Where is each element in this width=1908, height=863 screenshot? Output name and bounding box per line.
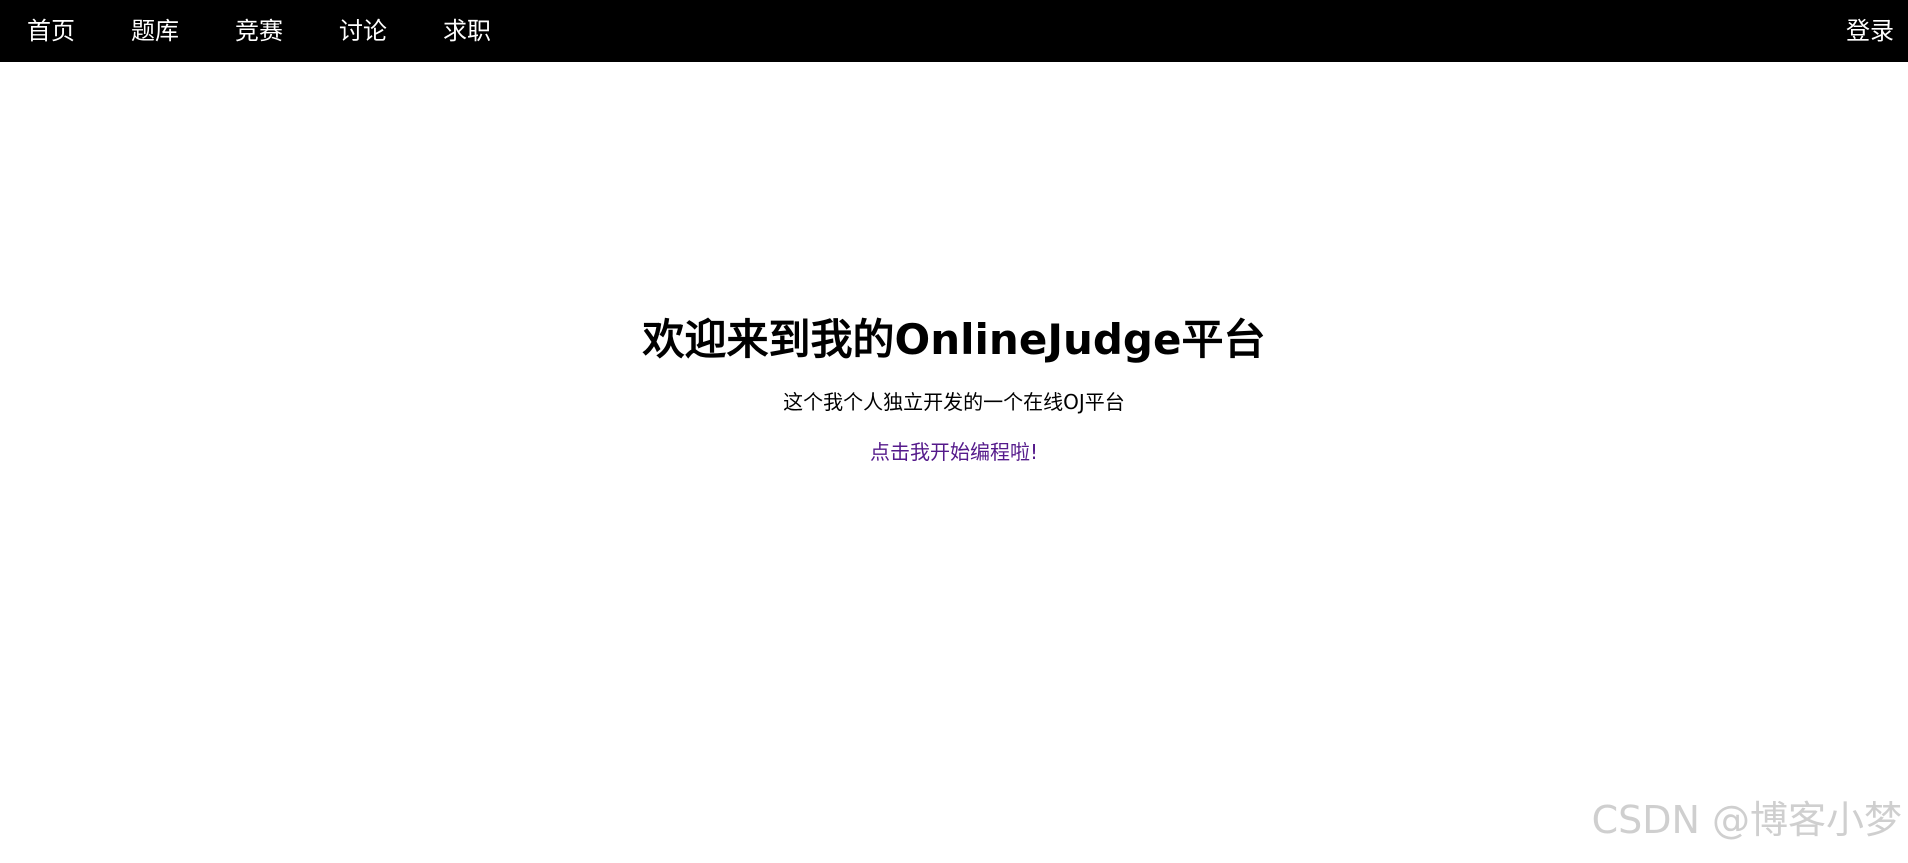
nav-item-problems[interactable]: 题库 bbox=[103, 0, 207, 62]
nav-user-area: 登录 bbox=[1818, 0, 1908, 62]
page-title: 欢迎来到我的OnlineJudge平台 bbox=[642, 315, 1266, 364]
start-coding-link[interactable]: 点击我开始编程啦! bbox=[870, 438, 1038, 466]
csdn-watermark: CSDN @博客小梦 bbox=[1591, 798, 1902, 842]
nav-item-contests[interactable]: 竞赛 bbox=[207, 0, 311, 62]
nav-item-discuss[interactable]: 讨论 bbox=[311, 0, 415, 62]
top-navbar: 首页 题库 竞赛 讨论 求职 登录 bbox=[0, 0, 1908, 62]
nav-item-jobs[interactable]: 求职 bbox=[415, 0, 519, 62]
page-subtitle: 这个我个人独立开发的一个在线OJ平台 bbox=[783, 390, 1125, 414]
page: 首页 题库 竞赛 讨论 求职 登录 欢迎来到我的OnlineJudge平台 这个… bbox=[0, 0, 1908, 863]
nav-item-home[interactable]: 首页 bbox=[0, 0, 103, 62]
nav-menu: 首页 题库 竞赛 讨论 求职 bbox=[0, 0, 519, 62]
hero-section: 欢迎来到我的OnlineJudge平台 这个我个人独立开发的一个在线OJ平台 点… bbox=[0, 310, 1908, 466]
login-link[interactable]: 登录 bbox=[1818, 0, 1908, 62]
